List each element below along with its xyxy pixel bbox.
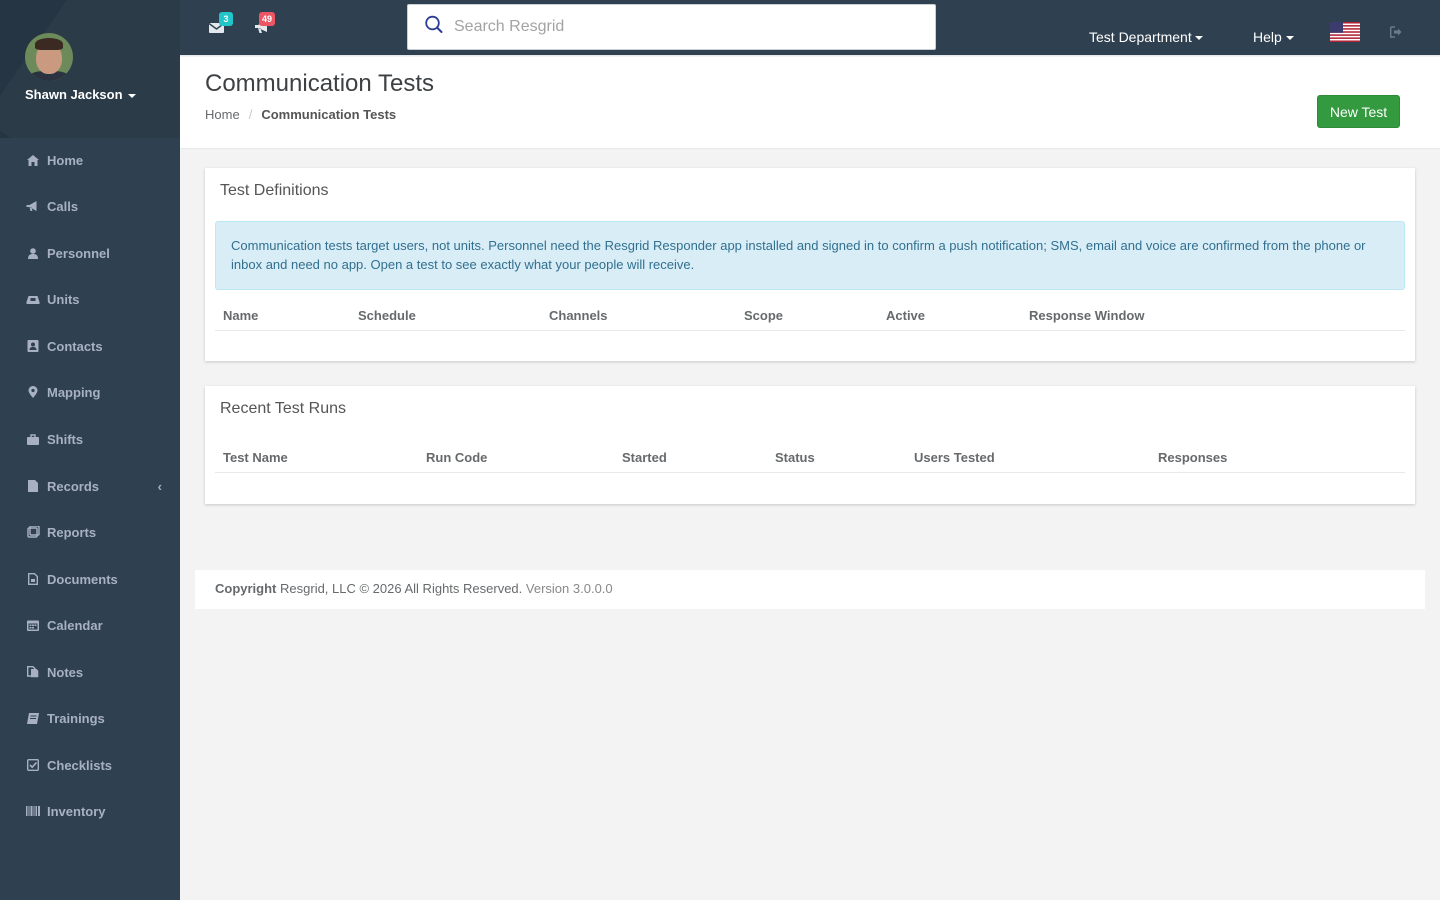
user-icon (28, 247, 38, 259)
sidebar-item-label: Notes (47, 664, 84, 680)
profile-header: Shawn Jackson (0, 0, 180, 138)
top-navbar: 3 49 Test Department Help (180, 0, 1440, 56)
checklist-icon (27, 759, 39, 771)
sidebar-item-records[interactable]: Records ‹ (0, 471, 180, 501)
column-header[interactable]: Status (775, 450, 815, 465)
test-definitions-panel: Test Definitions Communication tests tar… (205, 168, 1415, 361)
sign-out-icon[interactable] (1390, 26, 1402, 38)
user-menu[interactable]: Shawn Jackson (25, 87, 136, 102)
help-menu[interactable]: Help (1253, 29, 1294, 45)
column-header[interactable]: Run Code (426, 450, 487, 465)
barcode-icon (26, 806, 40, 816)
column-header[interactable]: Name (223, 308, 258, 323)
calls-count-badge: 49 (259, 12, 276, 26)
notes-icon (27, 666, 39, 678)
footer: Copyright Resgrid, LLC © 2026 All Rights… (195, 570, 1425, 609)
sidebar-item-label: Inventory (47, 803, 106, 819)
breadcrumb-current: Communication Tests (261, 107, 397, 122)
sidebar-item-calendar[interactable]: Calendar (0, 610, 180, 640)
sidebar-item-label: Trainings (47, 710, 105, 726)
sidebar-item-calls[interactable]: Calls (0, 191, 180, 221)
sidebar-item-reports[interactable]: Reports (0, 517, 180, 547)
version-text: Version 3.0.0.0 (525, 581, 613, 596)
messages-count-badge: 3 (219, 12, 233, 26)
user-name: Shawn Jackson (25, 87, 123, 102)
sidebar-item-checklists[interactable]: Checklists (0, 750, 180, 780)
copyright-text: Resgrid, LLC © 2026 All Rights Reserved. (280, 581, 523, 596)
column-header[interactable]: Scope (744, 308, 783, 323)
file-icon (28, 480, 38, 492)
sidebar-item-label: Reports (47, 524, 97, 540)
column-header[interactable]: Responses (1158, 450, 1227, 465)
sidebar-item-notes[interactable]: Notes (0, 657, 180, 687)
table-header: Name Schedule Channels Scope Active Resp… (215, 299, 1405, 331)
sidebar-item-label: Units (47, 291, 80, 307)
new-test-button[interactable]: New Test (1317, 95, 1400, 128)
calendar-icon (27, 620, 39, 631)
book-icon (27, 712, 39, 724)
breadcrumb-separator: / (248, 107, 253, 122)
sidebar-item-documents[interactable]: Documents (0, 564, 180, 594)
column-header[interactable]: Test Name (223, 450, 288, 465)
breadcrumb: Home / Communication Tests (205, 107, 396, 122)
sidebar-item-trainings[interactable]: Trainings (0, 703, 180, 733)
sidebar-item-shifts[interactable]: Shifts (0, 424, 180, 454)
sidebar-item-label: Documents (47, 571, 118, 587)
search-box (407, 4, 936, 50)
info-alert: Communication tests target users, not un… (215, 221, 1405, 290)
report-icon (27, 526, 40, 538)
chevron-left-icon: ‹ (157, 478, 162, 494)
sidebar-item-label: Home (47, 152, 84, 168)
avatar[interactable] (25, 33, 73, 81)
column-header[interactable]: Response Window (1029, 308, 1144, 323)
sidebar-item-mapping[interactable]: Mapping (0, 377, 180, 407)
sidebar-item-personnel[interactable]: Personnel (0, 238, 180, 268)
column-header[interactable]: Users Tested (914, 450, 995, 465)
bullhorn-icon (26, 200, 37, 211)
help-label: Help (1253, 29, 1282, 45)
document-icon (28, 573, 38, 585)
home-icon (27, 154, 39, 166)
sidebar-item-label: Calendar (47, 617, 103, 633)
column-header[interactable]: Schedule (358, 308, 416, 323)
search-input[interactable] (454, 14, 914, 40)
page-title: Communication Tests (205, 70, 434, 97)
search-icon (425, 15, 443, 33)
sidebar-item-label: Contacts (47, 338, 103, 354)
sidebar-item-units[interactable]: Units (0, 284, 180, 314)
sidebar-item-label: Personnel (47, 245, 110, 261)
map-marker-icon (28, 386, 38, 398)
chevron-down-icon (1285, 36, 1294, 41)
panel-title: Recent Test Runs (220, 400, 346, 417)
breadcrumb-home-link[interactable]: Home (205, 107, 240, 122)
sidebar-item-label: Mapping (47, 384, 101, 400)
chevron-down-icon (1194, 36, 1203, 41)
sidebar-item-label: Shifts (47, 431, 84, 447)
sidebar-item-label: Checklists (47, 757, 113, 773)
sidebar-item-contacts[interactable]: Contacts (0, 331, 180, 361)
sidebar-item-label: Records (47, 478, 100, 494)
address-book-icon (27, 340, 39, 352)
recent-test-runs-panel: Recent Test Runs Test Name Run Code Star… (205, 386, 1415, 504)
sidebar-item-label: Calls (47, 198, 79, 214)
department-name: Test Department (1089, 29, 1192, 45)
column-header[interactable]: Started (622, 450, 667, 465)
copyright-label: Copyright (215, 581, 277, 596)
page-heading: Communication Tests Home / Communication T… (180, 57, 1440, 149)
sidebar: Shawn Jackson Home Calls Personnel Units… (0, 0, 180, 900)
us-flag-icon[interactable] (1330, 22, 1360, 42)
briefcase-icon (27, 433, 39, 445)
sidebar-item-inventory[interactable]: Inventory (0, 796, 180, 826)
table-header: Test Name Run Code Started Status Users … (215, 441, 1405, 473)
column-header[interactable]: Active (886, 308, 925, 323)
truck-icon (26, 295, 40, 304)
panel-title: Test Definitions (220, 182, 329, 199)
chevron-down-icon (127, 93, 136, 98)
department-menu[interactable]: Test Department (1089, 29, 1203, 45)
sidebar-item-home[interactable]: Home (0, 145, 180, 175)
column-header[interactable]: Channels (549, 308, 608, 323)
